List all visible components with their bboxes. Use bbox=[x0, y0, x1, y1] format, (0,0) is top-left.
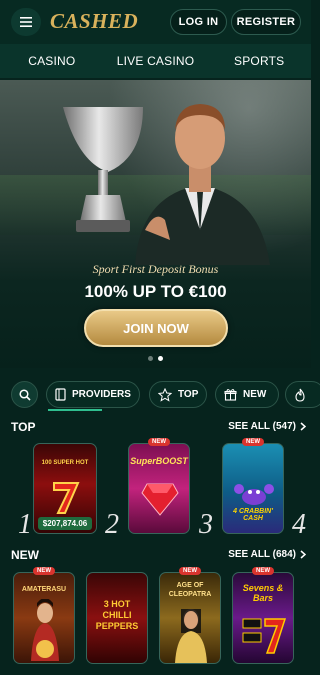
new-see-all-link[interactable]: SEE ALL (684) bbox=[228, 549, 306, 560]
promo-banner[interactable]: Sport First Deposit Bonus 100% UP TO €10… bbox=[0, 80, 311, 368]
game-card-amaterasu-wrapper: NEW AMATERASU bbox=[13, 567, 75, 664]
top-section-title: TOP bbox=[11, 420, 36, 434]
brand-logo[interactable]: CASHED bbox=[50, 9, 138, 34]
game-card-4-crabbin-cash[interactable]: 4 CRABBIN' CASH bbox=[222, 443, 284, 534]
new-badge: NEW bbox=[252, 567, 274, 575]
search-icon bbox=[18, 388, 31, 401]
filter-new-label: NEW bbox=[243, 389, 267, 400]
filter-providers-label: PROVIDERS bbox=[72, 389, 131, 400]
game-card-superboost[interactable]: SuperBOOST bbox=[128, 443, 190, 534]
login-button[interactable]: LOG IN bbox=[170, 9, 227, 35]
seven-symbol-image bbox=[53, 482, 80, 514]
game-card-3-hot-chilli-peppers[interactable]: 3 HOT CHILLI PEPPERS bbox=[86, 572, 148, 664]
game-card-superboost-wrapper: NEW SuperBOOST bbox=[128, 438, 190, 534]
app-header: CASHED LOG IN REGISTER bbox=[0, 0, 311, 44]
filter-providers[interactable]: PROVIDERS bbox=[46, 381, 140, 408]
game-card-amaterasu[interactable]: AMATERASU bbox=[13, 572, 75, 664]
nav-tab-live-casino[interactable]: LIVE CASINO bbox=[104, 44, 208, 78]
promo-subtitle: Sport First Deposit Bonus bbox=[92, 262, 219, 276]
crab-image bbox=[234, 484, 274, 505]
game-card-sevens-and-bars[interactable]: Sevens & Bars bbox=[232, 572, 294, 664]
join-now-button[interactable]: JOIN NOW bbox=[84, 309, 228, 347]
providers-icon bbox=[55, 388, 66, 401]
gift-icon bbox=[224, 389, 237, 401]
sevens-bars-image bbox=[242, 618, 287, 654]
star-icon bbox=[158, 387, 172, 402]
game-title: AMATERASU bbox=[21, 586, 67, 593]
rank-number: 1 bbox=[18, 509, 32, 540]
top-see-all-link[interactable]: SEE ALL (547) bbox=[228, 421, 306, 432]
filter-top-label: TOP bbox=[178, 389, 199, 400]
search-button[interactable] bbox=[11, 381, 38, 408]
game-title: Sevens & Bars bbox=[242, 583, 284, 603]
new-badge: NEW bbox=[242, 438, 264, 446]
nav-tab-sports[interactable]: SPORTS bbox=[207, 44, 311, 78]
hamburger-icon bbox=[20, 17, 32, 27]
chevron-right-icon bbox=[300, 550, 306, 559]
menu-button[interactable] bbox=[11, 8, 41, 36]
goddess-image bbox=[31, 599, 59, 661]
new-badge: NEW bbox=[179, 567, 201, 575]
new-badge: NEW bbox=[33, 567, 55, 575]
game-card-sevens-bars-wrapper: NEW Sevens & Bars bbox=[232, 567, 294, 664]
carousel-indicators bbox=[0, 356, 311, 361]
game-card-cleopatra-wrapper: NEW AGE OF CLEOPATRA bbox=[159, 567, 221, 664]
game-title: 100 SUPER HOT bbox=[41, 460, 89, 466]
carousel-dot-2[interactable] bbox=[158, 356, 163, 361]
active-filter-indicator bbox=[48, 409, 102, 411]
top-see-all-label: SEE ALL (547) bbox=[228, 421, 296, 432]
game-title: SuperBOOST bbox=[130, 456, 188, 466]
rank-number: 3 bbox=[199, 509, 213, 540]
register-button[interactable]: REGISTER bbox=[231, 9, 301, 35]
category-filters: PROVIDERS TOP NEW bbox=[0, 381, 320, 409]
carousel-dot-1[interactable] bbox=[148, 356, 153, 361]
nav-tab-casino[interactable]: CASINO bbox=[0, 44, 104, 78]
game-card-chilli-wrapper: 3 HOT CHILLI PEPPERS bbox=[86, 572, 148, 664]
filter-hot[interactable] bbox=[285, 381, 320, 408]
chevron-right-icon bbox=[300, 422, 306, 431]
diamond-image bbox=[141, 483, 179, 516]
game-card-age-of-cleopatra[interactable]: AGE OF CLEOPATRA bbox=[159, 572, 221, 664]
filter-new[interactable]: NEW bbox=[215, 381, 279, 408]
cleopatra-image bbox=[175, 609, 207, 663]
jackpot-amount: $207,874.06 bbox=[38, 517, 92, 530]
game-card-crabbin-wrapper: NEW 4 CRABBIN' CASH bbox=[222, 438, 284, 534]
new-see-all-label: SEE ALL (684) bbox=[228, 549, 296, 560]
top-navigation: CASINO LIVE CASINO SPORTS bbox=[0, 44, 311, 78]
promo-headline: 100% UP TO €100 bbox=[84, 282, 227, 301]
game-title: AGE OF CLEOPATRA bbox=[168, 582, 212, 598]
game-title: 4 CRABBIN' CASH bbox=[233, 508, 273, 522]
rank-number: 4 bbox=[292, 509, 306, 540]
new-section-title: NEW bbox=[11, 548, 39, 562]
sport-ambassador-image bbox=[135, 104, 270, 265]
filter-top[interactable]: TOP bbox=[149, 381, 207, 408]
game-card-100-super-hot[interactable]: 100 SUPER HOT $207,874.06 bbox=[33, 443, 97, 534]
rank-number: 2 bbox=[105, 509, 119, 540]
new-badge: NEW bbox=[148, 438, 170, 446]
fire-icon bbox=[295, 388, 305, 402]
game-title: 3 HOT CHILLI PEPPERS bbox=[95, 599, 139, 631]
